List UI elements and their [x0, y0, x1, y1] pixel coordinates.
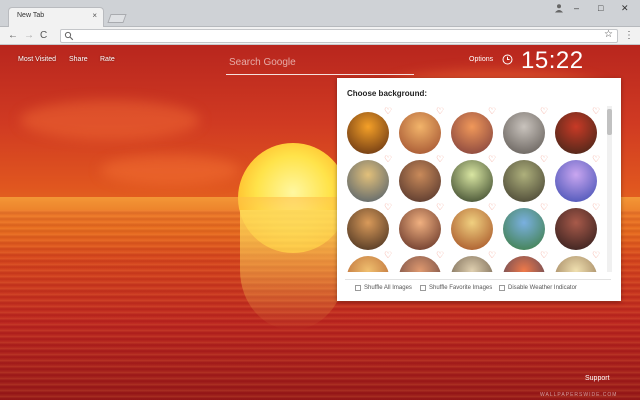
- shuffle-all-checkbox[interactable]: [355, 285, 361, 291]
- background-thumbnail[interactable]: [399, 208, 441, 250]
- search-input[interactable]: Search Google: [229, 57, 409, 68]
- favorite-heart-icon[interactable]: ♡: [540, 155, 548, 164]
- shuffle-all-label: Shuffle All Images: [364, 285, 412, 291]
- disable-weather-checkbox[interactable]: [499, 285, 505, 291]
- background-thumbnail[interactable]: [503, 112, 545, 154]
- favorite-heart-icon[interactable]: ♡: [384, 203, 392, 212]
- tab-strip: New Tab × – □ ✕: [0, 0, 640, 27]
- close-window-button[interactable]: ✕: [621, 3, 629, 13]
- background-thumbnail[interactable]: [399, 112, 441, 154]
- reload-button[interactable]: C: [40, 29, 47, 43]
- disable-weather-label: Disable Weather Indicator: [508, 285, 577, 291]
- share-link[interactable]: Share: [69, 56, 88, 63]
- profile-icon[interactable]: [554, 3, 564, 13]
- shuffle-favorite-option[interactable]: Shuffle Favorite Images: [420, 285, 492, 291]
- panel-title: Choose background:: [347, 89, 428, 98]
- support-link[interactable]: Support: [585, 375, 610, 382]
- scrollbar-thumb[interactable]: [607, 109, 612, 135]
- favorite-heart-icon[interactable]: ♡: [592, 203, 600, 212]
- most-visited-link[interactable]: Most Visited: [18, 56, 56, 63]
- minimize-button[interactable]: –: [574, 3, 579, 13]
- favorite-heart-icon[interactable]: ♡: [592, 251, 600, 260]
- new-tab-page: Most Visited Share Rate Search Google Op…: [0, 45, 640, 400]
- background-thumbnail[interactable]: [347, 160, 389, 202]
- browser-menu-button[interactable]: ⋮: [624, 29, 634, 43]
- background-thumbnail[interactable]: [555, 112, 597, 154]
- background-thumbnail[interactable]: [451, 112, 493, 154]
- sun-reflection: [240, 210, 345, 330]
- forward-button[interactable]: →: [24, 29, 34, 43]
- thumbnail-grid: ♡ ♡ ♡ ♡ ♡ ♡ ♡ ♡ ♡ ♡ ♡ ♡ ♡ ♡ ♡ ♡ ♡ ♡ ♡ ♡: [345, 106, 607, 272]
- rate-link[interactable]: Rate: [100, 56, 115, 63]
- favorite-heart-icon[interactable]: ♡: [384, 107, 392, 116]
- maximize-button[interactable]: □: [598, 3, 603, 13]
- clock-time: 15:22: [521, 47, 584, 74]
- background-thumbnail[interactable]: [555, 256, 597, 272]
- browser-toolbar: ← → C ☆: [0, 27, 640, 45]
- address-bar[interactable]: ☆: [60, 29, 618, 43]
- new-tab-button[interactable]: [107, 14, 127, 23]
- disable-weather-option[interactable]: Disable Weather Indicator: [499, 285, 577, 291]
- favorite-heart-icon[interactable]: ♡: [436, 251, 444, 260]
- search-icon: [64, 31, 74, 41]
- background-thumbnail[interactable]: [451, 256, 493, 272]
- background-thumbnail[interactable]: [555, 160, 597, 202]
- back-button[interactable]: ←: [8, 29, 18, 43]
- favorite-heart-icon[interactable]: ♡: [436, 155, 444, 164]
- options-link[interactable]: Options: [469, 56, 493, 63]
- watermark-text: WALLPAPERSWIDE.COM: [540, 392, 618, 398]
- background-thumbnail[interactable]: [451, 160, 493, 202]
- tab-title: New Tab: [17, 12, 45, 19]
- background-thumbnail[interactable]: [503, 256, 545, 272]
- favorite-heart-icon[interactable]: ♡: [540, 107, 548, 116]
- favorite-heart-icon[interactable]: ♡: [540, 251, 548, 260]
- background-thumbnail[interactable]: [451, 208, 493, 250]
- favorite-heart-icon[interactable]: ♡: [488, 107, 496, 116]
- background-thumbnail[interactable]: [555, 208, 597, 250]
- tab-close-icon[interactable]: ×: [92, 11, 97, 21]
- divider: [345, 279, 611, 280]
- favorite-heart-icon[interactable]: ♡: [436, 107, 444, 116]
- bookmark-star-icon[interactable]: ☆: [604, 29, 613, 40]
- shuffle-favorite-checkbox[interactable]: [420, 285, 426, 291]
- favorite-heart-icon[interactable]: ♡: [384, 251, 392, 260]
- background-thumbnail[interactable]: [347, 208, 389, 250]
- favorite-heart-icon[interactable]: ♡: [592, 107, 600, 116]
- background-thumbnail[interactable]: [399, 160, 441, 202]
- clock-icon[interactable]: [502, 54, 513, 65]
- background-thumbnail[interactable]: [347, 256, 389, 272]
- favorite-heart-icon[interactable]: ♡: [488, 203, 496, 212]
- favorite-heart-icon[interactable]: ♡: [592, 155, 600, 164]
- favorite-heart-icon[interactable]: ♡: [488, 251, 496, 260]
- favorite-heart-icon[interactable]: ♡: [488, 155, 496, 164]
- choose-background-panel: Choose background: ♡ ♡ ♡ ♡ ♡ ♡ ♡ ♡ ♡ ♡ ♡ ♡ ♡ ♡ ♡ ♡ ♡ ♡ ♡ ♡ …: [337, 78, 621, 301]
- scrollbar[interactable]: [607, 106, 612, 272]
- google-search-box[interactable]: Search Google: [226, 53, 414, 75]
- background-cloud: [100, 155, 240, 185]
- tab-new-tab[interactable]: New Tab ×: [8, 7, 104, 27]
- shuffle-favorite-label: Shuffle Favorite Images: [429, 285, 493, 291]
- favorite-heart-icon[interactable]: ♡: [384, 155, 392, 164]
- background-thumbnail[interactable]: [503, 160, 545, 202]
- shuffle-all-option[interactable]: Shuffle All Images: [355, 285, 412, 291]
- background-thumbnail[interactable]: [503, 208, 545, 250]
- background-thumbnail[interactable]: [399, 256, 441, 272]
- favorite-heart-icon[interactable]: ♡: [540, 203, 548, 212]
- favorite-heart-icon[interactable]: ♡: [436, 203, 444, 212]
- background-thumbnail[interactable]: [347, 112, 389, 154]
- background-cloud: [20, 100, 200, 140]
